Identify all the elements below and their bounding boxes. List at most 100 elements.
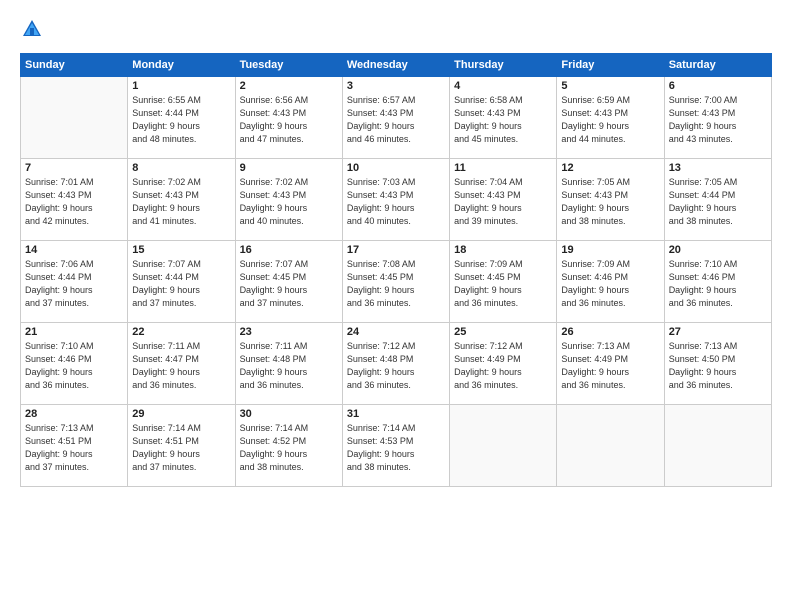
calendar-cell: 27 Sunrise: 7:13 AMSunset: 4:50 PMDayligh… (664, 323, 771, 405)
day-info: Sunrise: 7:02 AMSunset: 4:43 PMDaylight:… (240, 176, 338, 228)
calendar-cell: 26 Sunrise: 7:13 AMSunset: 4:49 PMDayligh… (557, 323, 664, 405)
calendar-cell (21, 77, 128, 159)
day-number: 2 (240, 80, 338, 92)
day-info: Sunrise: 7:11 AMSunset: 4:47 PMDaylight:… (132, 340, 230, 392)
day-number: 30 (240, 408, 338, 420)
day-info: Sunrise: 6:56 AMSunset: 4:43 PMDaylight:… (240, 94, 338, 146)
weekday-header-saturday: Saturday (664, 54, 771, 77)
calendar-cell: 17 Sunrise: 7:08 AMSunset: 4:45 PMDayligh… (342, 241, 449, 323)
day-info: Sunrise: 7:12 AMSunset: 4:49 PMDaylight:… (454, 340, 552, 392)
day-number: 21 (25, 326, 123, 338)
day-number: 18 (454, 244, 552, 256)
calendar-cell: 31 Sunrise: 7:14 AMSunset: 4:53 PMDayligh… (342, 405, 449, 487)
day-number: 7 (25, 162, 123, 174)
calendar-cell: 4Sunrise: 6:58 AMSunset: 4:43 PMDaylight… (450, 77, 557, 159)
day-info: Sunrise: 7:09 AMSunset: 4:46 PMDaylight:… (561, 258, 659, 310)
day-number: 17 (347, 244, 445, 256)
day-number: 6 (669, 80, 767, 92)
day-number: 3 (347, 80, 445, 92)
calendar-cell: 15Sunrise: 7:07 AMSunset: 4:44 PMDayligh… (128, 241, 235, 323)
day-number: 9 (240, 162, 338, 174)
calendar-cell: 29Sunrise: 7:14 AMSunset: 4:51 PMDayligh… (128, 405, 235, 487)
day-info: Sunrise: 7:01 AMSunset: 4:43 PMDaylight:… (25, 176, 123, 228)
calendar-cell: 24 Sunrise: 7:12 AMSunset: 4:48 PMDayligh… (342, 323, 449, 405)
day-info: Sunrise: 7:13 AMSunset: 4:50 PMDaylight:… (669, 340, 767, 392)
weekday-header-wednesday: Wednesday (342, 54, 449, 77)
calendar-cell: 5 Sunrise: 6:59 AMSunset: 4:43 PMDaylight… (557, 77, 664, 159)
calendar-cell: 16 Sunrise: 7:07 AMSunset: 4:45 PMDayligh… (235, 241, 342, 323)
logo (20, 18, 45, 45)
weekday-header-thursday: Thursday (450, 54, 557, 77)
weekday-header-tuesday: Tuesday (235, 54, 342, 77)
calendar-cell (450, 405, 557, 487)
day-number: 10 (347, 162, 445, 174)
calendar-cell: 20 Sunrise: 7:10 AMSunset: 4:46 PMDayligh… (664, 241, 771, 323)
weekday-header-sunday: Sunday (21, 54, 128, 77)
day-number: 14 (25, 244, 123, 256)
calendar-week-row: 1 Sunrise: 6:55 AMSunset: 4:44 PMDaylight… (21, 77, 772, 159)
day-info: Sunrise: 7:13 AMSunset: 4:49 PMDaylight:… (561, 340, 659, 392)
day-info: Sunrise: 6:55 AMSunset: 4:44 PMDaylight:… (132, 94, 230, 146)
day-number: 27 (669, 326, 767, 338)
day-number: 16 (240, 244, 338, 256)
day-info: Sunrise: 7:14 AMSunset: 4:52 PMDaylight:… (240, 422, 338, 474)
day-info: Sunrise: 7:13 AMSunset: 4:51 PMDaylight:… (25, 422, 123, 474)
calendar-table: SundayMondayTuesdayWednesdayThursdayFrid… (20, 53, 772, 487)
day-number: 12 (561, 162, 659, 174)
calendar-cell: 1 Sunrise: 6:55 AMSunset: 4:44 PMDaylight… (128, 77, 235, 159)
calendar-cell: 3 Sunrise: 6:57 AMSunset: 4:43 PMDaylight… (342, 77, 449, 159)
day-info: Sunrise: 6:57 AMSunset: 4:43 PMDaylight:… (347, 94, 445, 146)
day-info: Sunrise: 7:12 AMSunset: 4:48 PMDaylight:… (347, 340, 445, 392)
day-info: Sunrise: 7:08 AMSunset: 4:45 PMDaylight:… (347, 258, 445, 310)
day-info: Sunrise: 7:05 AMSunset: 4:43 PMDaylight:… (561, 176, 659, 228)
day-number: 15 (132, 244, 230, 256)
day-number: 13 (669, 162, 767, 174)
logo-icon (21, 18, 43, 40)
calendar-cell: 12 Sunrise: 7:05 AMSunset: 4:43 PMDayligh… (557, 159, 664, 241)
calendar-week-row: 21 Sunrise: 7:10 AMSunset: 4:46 PMDayligh… (21, 323, 772, 405)
day-number: 28 (25, 408, 123, 420)
calendar-cell (557, 405, 664, 487)
day-number: 29 (132, 408, 230, 420)
calendar-cell: 19 Sunrise: 7:09 AMSunset: 4:46 PMDayligh… (557, 241, 664, 323)
day-number: 31 (347, 408, 445, 420)
day-number: 26 (561, 326, 659, 338)
calendar-cell: 22Sunrise: 7:11 AMSunset: 4:47 PMDayligh… (128, 323, 235, 405)
calendar-week-row: 14 Sunrise: 7:06 AMSunset: 4:44 PMDayligh… (21, 241, 772, 323)
day-number: 1 (132, 80, 230, 92)
calendar-cell: 28 Sunrise: 7:13 AMSunset: 4:51 PMDayligh… (21, 405, 128, 487)
calendar-cell: 8Sunrise: 7:02 AMSunset: 4:43 PMDaylight… (128, 159, 235, 241)
calendar-cell: 11Sunrise: 7:04 AMSunset: 4:43 PMDayligh… (450, 159, 557, 241)
day-info: Sunrise: 7:07 AMSunset: 4:45 PMDaylight:… (240, 258, 338, 310)
day-number: 5 (561, 80, 659, 92)
calendar-cell (664, 405, 771, 487)
weekday-header-friday: Friday (557, 54, 664, 77)
day-info: Sunrise: 7:06 AMSunset: 4:44 PMDaylight:… (25, 258, 123, 310)
day-info: Sunrise: 7:14 AMSunset: 4:53 PMDaylight:… (347, 422, 445, 474)
calendar-cell: 23Sunrise: 7:11 AMSunset: 4:48 PMDayligh… (235, 323, 342, 405)
day-info: Sunrise: 7:05 AMSunset: 4:44 PMDaylight:… (669, 176, 767, 228)
calendar-week-row: 7 Sunrise: 7:01 AMSunset: 4:43 PMDaylight… (21, 159, 772, 241)
day-info: Sunrise: 7:00 AMSunset: 4:43 PMDaylight:… (669, 94, 767, 146)
day-info: Sunrise: 6:58 AMSunset: 4:43 PMDaylight:… (454, 94, 552, 146)
day-info: Sunrise: 7:10 AMSunset: 4:46 PMDaylight:… (25, 340, 123, 392)
weekday-header-monday: Monday (128, 54, 235, 77)
day-number: 11 (454, 162, 552, 174)
day-number: 23 (240, 326, 338, 338)
day-number: 20 (669, 244, 767, 256)
calendar-cell: 25Sunrise: 7:12 AMSunset: 4:49 PMDayligh… (450, 323, 557, 405)
calendar-cell: 7 Sunrise: 7:01 AMSunset: 4:43 PMDaylight… (21, 159, 128, 241)
day-number: 24 (347, 326, 445, 338)
day-info: Sunrise: 7:03 AMSunset: 4:43 PMDaylight:… (347, 176, 445, 228)
day-info: Sunrise: 7:10 AMSunset: 4:46 PMDaylight:… (669, 258, 767, 310)
calendar-cell: 2 Sunrise: 6:56 AMSunset: 4:43 PMDaylight… (235, 77, 342, 159)
calendar-cell: 30 Sunrise: 7:14 AMSunset: 4:52 PMDayligh… (235, 405, 342, 487)
day-number: 19 (561, 244, 659, 256)
calendar-cell: 14 Sunrise: 7:06 AMSunset: 4:44 PMDayligh… (21, 241, 128, 323)
calendar-cell: 6 Sunrise: 7:00 AMSunset: 4:43 PMDaylight… (664, 77, 771, 159)
calendar-week-row: 28 Sunrise: 7:13 AMSunset: 4:51 PMDayligh… (21, 405, 772, 487)
weekday-header-row: SundayMondayTuesdayWednesdayThursdayFrid… (21, 54, 772, 77)
calendar-cell: 13 Sunrise: 7:05 AMSunset: 4:44 PMDayligh… (664, 159, 771, 241)
day-info: Sunrise: 6:59 AMSunset: 4:43 PMDaylight:… (561, 94, 659, 146)
calendar-cell: 21 Sunrise: 7:10 AMSunset: 4:46 PMDayligh… (21, 323, 128, 405)
